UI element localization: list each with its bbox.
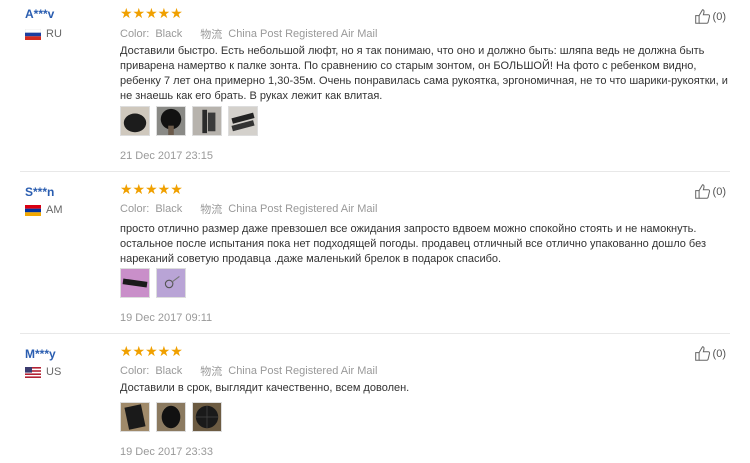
color-label: Color: [120,203,150,215]
reviewer-name[interactable]: S***n [25,185,54,199]
country-code: RU [46,28,62,40]
review-photo-thumb[interactable] [120,106,150,136]
review-item: M***y US ★★★★★ Color: Black 物流 China Pos… [0,334,750,463]
order-info: Color: Black 物流 China Post Registered Ai… [120,26,377,42]
order-info: Color: Black 物流 China Post Registered Ai… [120,363,377,379]
review-photo-thumb[interactable] [156,106,186,136]
helpful-vote[interactable]: (0) [694,183,726,200]
country-code: US [46,366,62,378]
review-photo-thumb[interactable] [156,402,186,432]
review-item: S***n AM ★★★★★ Color: Black 物流 China Pos… [0,172,750,334]
am-flag-icon [25,204,41,216]
review-date: 19 Dec 2017 09:11 [120,312,213,324]
reviewer-name[interactable]: M***y [25,347,56,361]
review-photos [120,106,258,136]
review-photo-thumb[interactable] [192,402,222,432]
helpful-vote[interactable]: (0) [694,8,726,25]
color-label: Color: [120,28,150,40]
review-photo-thumb[interactable] [228,106,258,136]
review-photo-thumb[interactable] [192,106,222,136]
country-code: AM [46,204,63,216]
color-value: Black [155,28,183,40]
shipping-icon: 物流 [200,29,223,41]
order-info: Color: Black 物流 China Post Registered Ai… [120,201,377,217]
reviewer-country: US [25,366,61,378]
review-text: просто отлично размер даже превзошел все… [120,223,707,265]
thumbs-up-icon[interactable] [694,345,711,362]
review-item: A***v RU ★★★★★ Color: Black 物流 China Pos… [0,0,750,172]
thumbs-up-icon[interactable] [694,8,711,25]
star-rating: ★★★★★ [120,343,183,359]
review-photo-thumb[interactable] [120,268,150,298]
shipping-method: China Post Registered Air Mail [228,28,378,40]
shipping-icon: 物流 [200,366,223,378]
helpful-vote[interactable]: (0) [694,345,726,362]
review-date: 21 Dec 2017 23:15 [120,150,213,162]
ru-flag-icon [25,28,41,40]
color-value: Black [155,365,183,377]
reviewer-country: AM [25,204,63,216]
review-photo-thumb[interactable] [120,402,150,432]
shipping-icon: 物流 [200,204,223,216]
review-text: Доставили быстро. Есть небольшой люфт, н… [120,45,728,102]
review-photo-thumb[interactable] [156,268,186,298]
review-text: Доставили в срок, выглядит качественно, … [120,382,410,394]
us-flag-icon [25,366,41,378]
star-rating: ★★★★★ [120,5,183,21]
reviewer-name[interactable]: A***v [25,7,54,21]
reviewer-country: RU [25,28,62,40]
color-label: Color: [120,365,150,377]
color-value: Black [155,203,183,215]
thumbs-up-icon[interactable] [694,183,711,200]
helpful-count: (0) [712,10,726,23]
star-rating: ★★★★★ [120,181,183,197]
helpful-count: (0) [712,185,726,198]
review-photos [120,268,186,298]
shipping-method: China Post Registered Air Mail [228,203,378,215]
shipping-method: China Post Registered Air Mail [228,365,378,377]
helpful-count: (0) [712,347,726,360]
review-date: 19 Dec 2017 23:33 [120,446,213,458]
review-photos [120,402,222,432]
